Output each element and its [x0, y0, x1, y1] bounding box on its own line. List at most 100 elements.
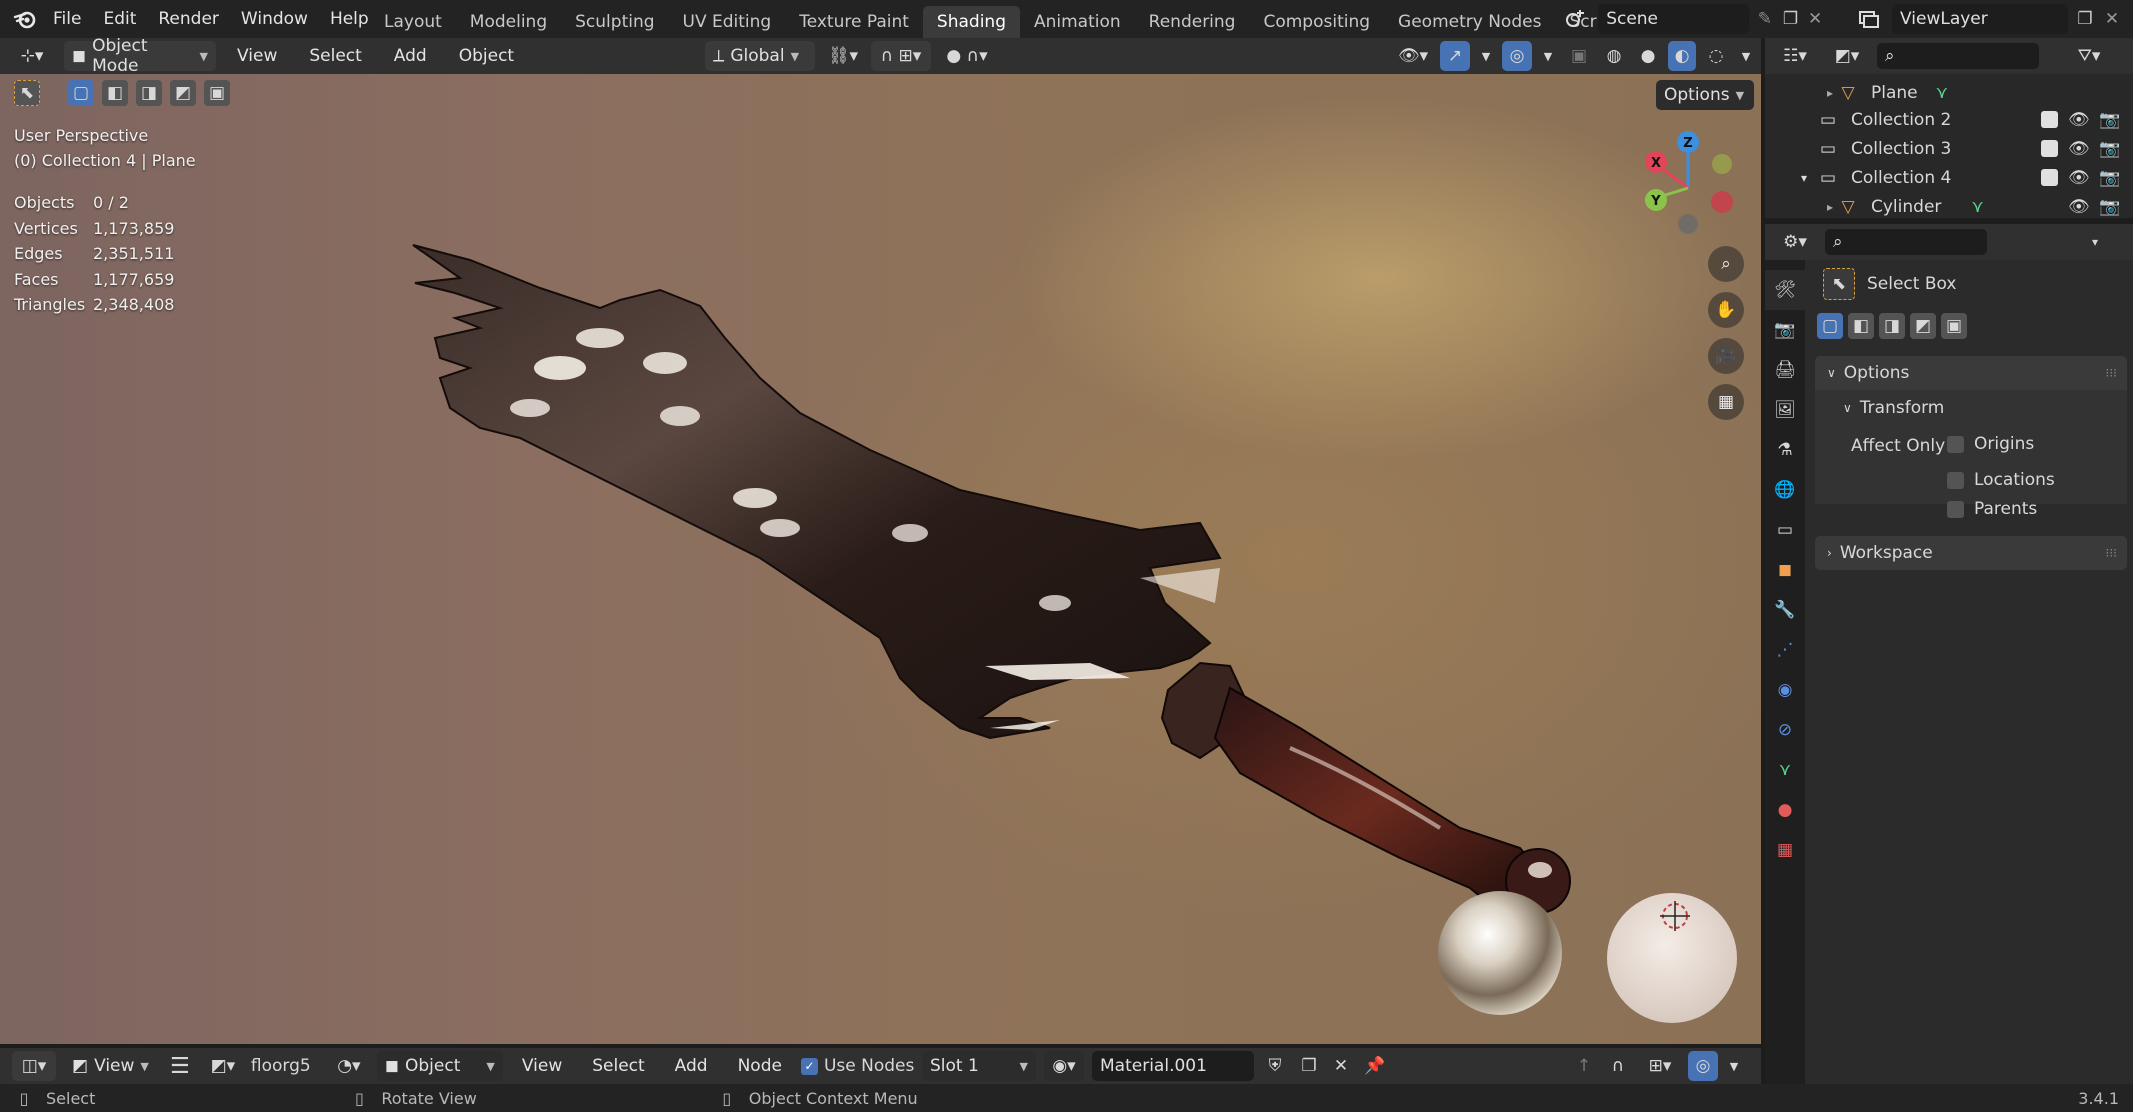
editor-type-icon[interactable]: ☷▾ — [1773, 42, 1817, 70]
menu-file[interactable]: File — [42, 9, 92, 29]
world-tab-icon[interactable]: 🌐 — [1765, 470, 1805, 510]
object-tab-icon[interactable]: ◼ — [1765, 550, 1805, 590]
properties-search-input[interactable]: ⌕ — [1825, 229, 1987, 255]
display-mode-icon[interactable]: ◩▾ — [1825, 42, 1869, 70]
slot-dropdown[interactable]: Slot 1 ▼ — [922, 1051, 1036, 1081]
affect-locations-option[interactable]: Locations — [1947, 470, 2055, 490]
invert-selection-icon[interactable]: ◩ — [1910, 313, 1936, 339]
editor-type-icon[interactable]: ◫▾ — [12, 1051, 56, 1081]
options-chevron-icon[interactable]: ▾ — [2081, 228, 2109, 256]
blender-logo-icon[interactable] — [8, 0, 42, 38]
parent-node-tree-icon[interactable]: ↑ — [1570, 1051, 1598, 1081]
pin-icon[interactable]: 📌 — [1360, 1051, 1390, 1081]
viewport-menu-object[interactable]: Object — [448, 46, 525, 66]
node-menu-view[interactable]: View — [511, 1056, 573, 1076]
zoom-icon[interactable]: ⌕ — [1708, 246, 1744, 282]
material-tab-icon[interactable]: ● — [1765, 790, 1805, 830]
hamburger-menu-icon[interactable]: ☰ — [165, 1051, 195, 1081]
rendered-shading-icon[interactable]: ◌ — [1702, 41, 1730, 71]
tab-geometry-nodes[interactable]: Geometry Nodes — [1384, 6, 1555, 38]
expand-arrow-icon[interactable]: ▸ — [1765, 200, 1833, 214]
select-tool-icon[interactable]: ⬉ — [14, 80, 40, 106]
camera-render-icon[interactable]: 📷 — [2099, 139, 2120, 159]
viewport-menu-select[interactable]: Select — [298, 46, 372, 66]
new-scene-icon[interactable]: ❐ — [1781, 9, 1801, 29]
tab-animation[interactable]: Animation — [1020, 6, 1135, 38]
sword-model[interactable] — [0, 38, 1761, 1044]
drag-handle-icon[interactable]: ⁝⁝⁝ — [2106, 366, 2117, 380]
workspace-panel-header[interactable]: › Workspace ⁝⁝⁝ — [1815, 536, 2127, 570]
material-browse-icon[interactable]: ◉▾ — [1044, 1051, 1084, 1081]
snap-icon[interactable]: ∩ ⊞▾ — [871, 41, 931, 71]
camera-view-icon[interactable]: 🎥 — [1708, 338, 1744, 374]
outliner-row-collection-4[interactable]: ▾ ▭ Collection 4 👁 📷 — [1765, 163, 2133, 192]
texture-tab-icon[interactable]: ▦ — [1765, 830, 1805, 870]
scene-tab-icon[interactable]: ⚗ — [1765, 430, 1805, 470]
pin-icon[interactable]: ✎ — [1755, 9, 1775, 29]
material-shading-icon[interactable]: ◐ — [1668, 41, 1696, 71]
outliner-row-plane[interactable]: ▸ ▽ Plane ⋎ — [1765, 78, 2133, 107]
subtract-selection-icon[interactable]: ◨ — [136, 80, 162, 106]
gizmo-toggle-icon[interactable]: ↗ — [1440, 41, 1470, 71]
tab-sculpting[interactable]: Sculpting — [561, 6, 668, 38]
node-menu-add[interactable]: Add — [664, 1056, 719, 1076]
xray-icon[interactable]: ▣ — [1564, 41, 1594, 71]
close-icon[interactable]: ✕ — [2102, 9, 2122, 29]
overlays-dropdown-icon[interactable]: ▼ — [1724, 1051, 1744, 1081]
shading-dropdown-icon[interactable]: ▼ — [1736, 41, 1756, 71]
use-nodes-toggle[interactable]: ✓ Use Nodes — [800, 1056, 914, 1076]
data-tab-icon[interactable]: ⋎ — [1765, 750, 1805, 790]
filter-icon[interactable]: ⛛▾ — [2067, 42, 2111, 70]
expand-arrow-icon[interactable]: ▸ — [1765, 86, 1833, 100]
exclude-checkbox[interactable] — [2041, 169, 2058, 186]
eye-icon[interactable]: 👁 — [2068, 110, 2090, 130]
snap-target-icon[interactable]: ⊞▾ — [1638, 1051, 1682, 1081]
intersect-selection-icon[interactable]: ▣ — [204, 80, 230, 106]
eye-icon[interactable]: 👁 — [2068, 197, 2090, 217]
node-menu-node[interactable]: Node — [727, 1056, 793, 1076]
view-layer-field[interactable]: ViewLayer — [1892, 4, 2068, 34]
affect-parents-option[interactable]: Parents — [1947, 499, 2037, 519]
modifiers-tab-icon[interactable]: 🔧 — [1765, 590, 1805, 630]
tab-uv-editing[interactable]: UV Editing — [669, 6, 786, 38]
scene-field[interactable]: Scene — [1598, 4, 1750, 34]
duplicate-material-icon[interactable]: ❐ — [1296, 1051, 1322, 1081]
exclude-checkbox[interactable] — [2041, 140, 2058, 157]
close-icon[interactable]: ✕ — [1806, 9, 1824, 29]
extend-selection-icon[interactable]: ◧ — [102, 80, 128, 106]
eye-icon[interactable]: 👁 — [2068, 168, 2090, 188]
tool-tab-icon[interactable]: 🛠 — [1765, 270, 1805, 310]
origins-checkbox[interactable] — [1947, 435, 1964, 453]
options-panel-header[interactable]: ∨ Options ⁝⁝⁝ — [1815, 356, 2127, 390]
new-view-layer-icon[interactable]: ❐ — [2074, 9, 2096, 29]
options-dropdown[interactable]: Options ▼ — [1656, 80, 1754, 110]
image-browse-icon[interactable]: ◩▾ — [203, 1051, 243, 1081]
editor-type-icon[interactable]: ⊹▾ — [10, 46, 54, 66]
overlays-icon[interactable]: ◎ — [1688, 1051, 1718, 1081]
menu-render[interactable]: Render — [147, 9, 230, 29]
camera-render-icon[interactable]: 📷 — [2099, 168, 2120, 188]
overlays-dropdown-icon[interactable]: ▼ — [1538, 41, 1558, 71]
set-selection-icon[interactable]: ▢ — [68, 80, 94, 106]
extend-selection-icon[interactable]: ◧ — [1848, 313, 1874, 339]
node-menu-select[interactable]: Select — [581, 1056, 655, 1076]
collection-tab-icon[interactable]: ▭ — [1765, 510, 1805, 550]
outliner-search-input[interactable]: ⌕ — [1877, 43, 2039, 69]
overlays-icon[interactable]: ◎ — [1502, 41, 1532, 71]
fake-user-shield-icon[interactable]: ⛨ — [1262, 1051, 1288, 1081]
view-layer-tab-icon[interactable]: 🖼 — [1765, 390, 1805, 430]
snap-icon[interactable]: ∩ — [1604, 1051, 1632, 1081]
expand-arrow-icon[interactable]: ▾ — [1765, 171, 1807, 185]
tab-layout[interactable]: Layout — [370, 6, 456, 38]
tab-rendering[interactable]: Rendering — [1135, 6, 1250, 38]
exclude-checkbox[interactable] — [2041, 111, 2058, 128]
menu-edit[interactable]: Edit — [92, 9, 147, 29]
gizmo-dropdown-icon[interactable]: ▼ — [1476, 41, 1496, 71]
view-dropdown[interactable]: ◩ View ▼ — [64, 1051, 157, 1081]
locations-checkbox[interactable] — [1947, 471, 1964, 489]
transform-orientation-dropdown[interactable]: ⟂ Global ▼ — [705, 41, 815, 71]
particles-tab-icon[interactable]: ⋰ — [1765, 630, 1805, 670]
editor-type-icon[interactable]: ⚙▾ — [1773, 228, 1817, 256]
wireframe-shading-icon[interactable]: ◍ — [1600, 41, 1628, 71]
tab-texture-paint[interactable]: Texture Paint — [785, 6, 923, 38]
